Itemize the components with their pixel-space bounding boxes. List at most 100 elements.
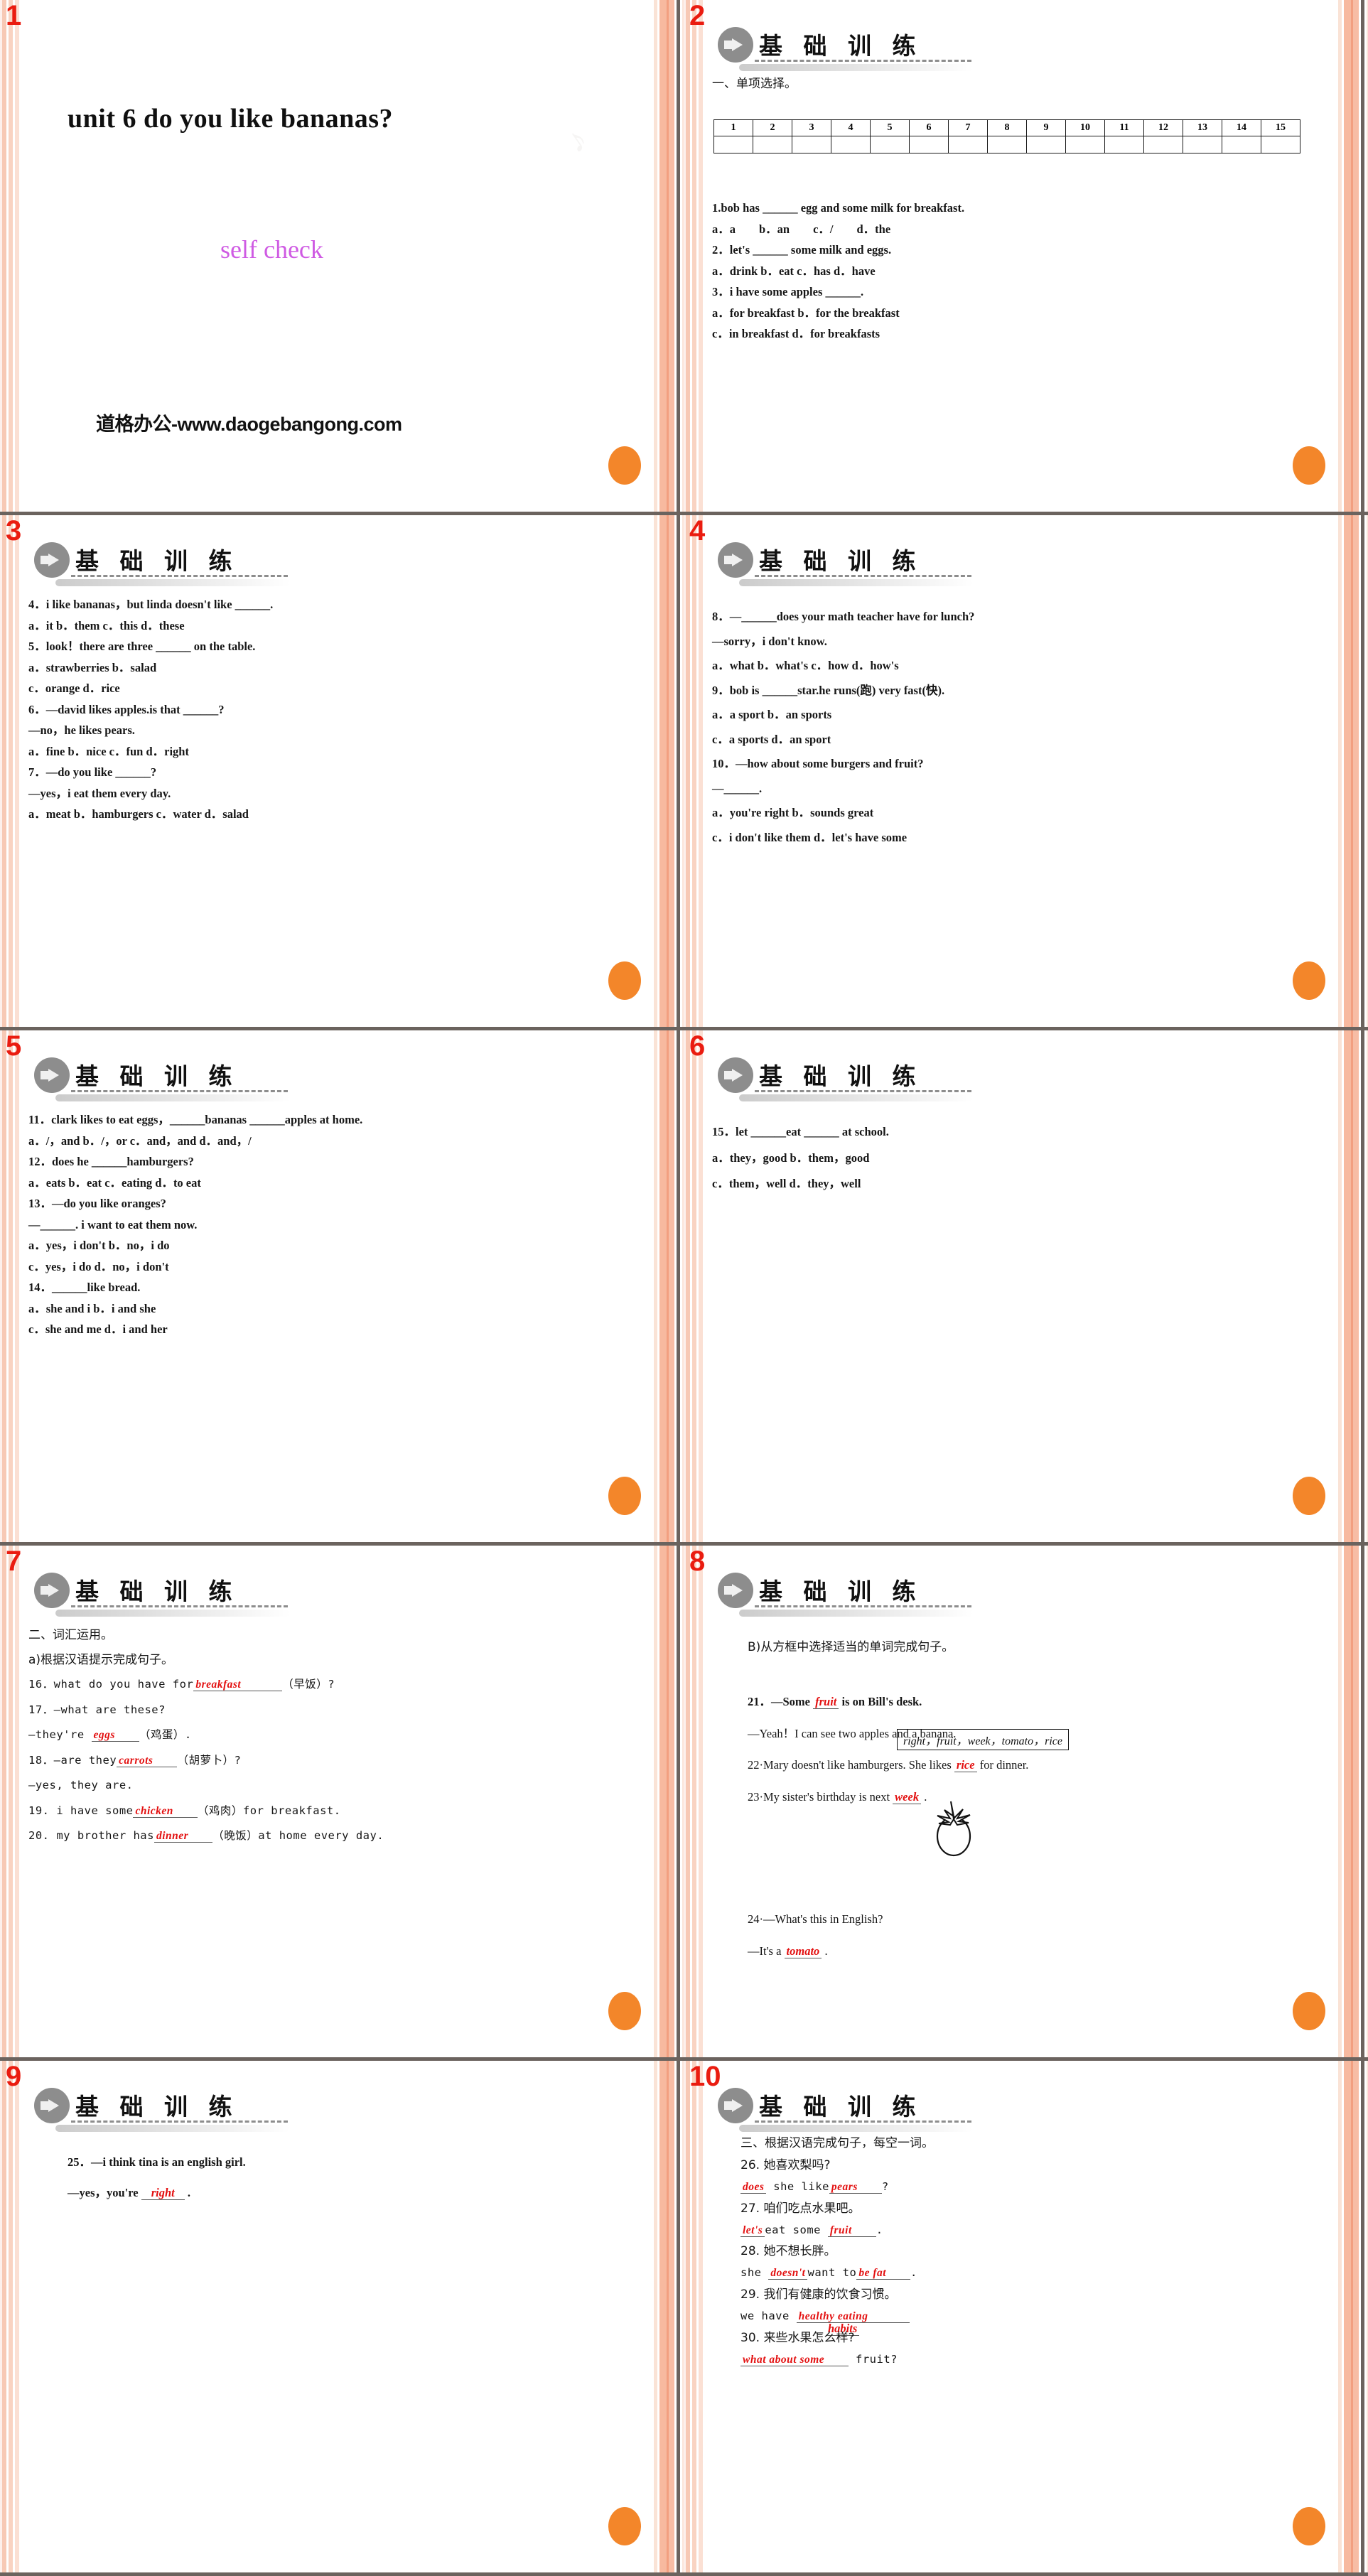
question-line: 5．look！there are three ______ on the tab… [28,640,256,653]
banner-label: 基 础 训 练 [759,1578,922,1605]
fill-answer[interactable]: pears [829,2181,882,2194]
slide-number: 2 [689,0,706,31]
slide-number: 6 [689,1030,706,1062]
fill-answer[interactable]: carrots [117,1754,178,1767]
fill-answer[interactable]: breakfast [193,1678,283,1691]
left-stripe-decoration [684,0,705,512]
answer-table[interactable]: 1 2 3 4 5 6 7 8 9 10 11 12 13 14 15 [713,119,1300,153]
fill-answer[interactable]: tomato [784,1944,822,1958]
fill-answer[interactable]: week [893,1789,922,1804]
question-list: B)从方框中选择适当的单词完成句子。 21．—Some fruit is on … [748,1642,1325,1966]
slide-number: 3 [6,515,22,546]
slide-7[interactable]: 7 基 础 训 练 二、词汇运用。 a)根据汉语提示完成句子。 16．what … [0,1546,684,2061]
slide-number: 5 [6,1030,22,1062]
slide-number: 8 [689,1546,706,1577]
fill-answer[interactable]: right [141,2185,185,2200]
question-line: 30. 来些水果怎么样? [740,2330,855,2345]
answer-cell[interactable] [1261,136,1300,153]
fill-line: 16．what do you have for breakfast （早饭）? [28,1678,641,1691]
fill-answer[interactable]: does [740,2181,767,2194]
question-list: 25．—i think tina is an english girl. —ye… [68,2156,641,2208]
fill-prefix: 19. i have some [28,1804,134,1817]
fill-answer[interactable]: what about some [740,2353,849,2366]
section-banner: 基 础 训 练 [34,1573,333,1617]
fill-mid: she like [766,2180,829,2193]
fill-answer[interactable]: dinner [154,1830,213,1843]
section-banner: 基 础 训 练 [34,542,333,586]
question-line: 2．let's ______ some milk and eggs. [712,243,892,257]
orange-bullet-dot [608,2507,641,2545]
fill-mid: eat some [765,2223,828,2236]
answer-cell[interactable] [753,136,792,153]
slide-1[interactable]: ♪ 1 unit 6 do you like bananas? self che… [0,0,684,515]
fill-answer[interactable]: doesn't [768,2267,808,2280]
slide-9[interactable]: 9 基 础 训 练 25．—i think tina is an english… [0,2061,684,2576]
slide-6[interactable]: 6 基 础 训 练 15．let ______eat ______ at sch… [684,1030,1368,1546]
question-line: 26. 她喜欢梨吗? [740,2158,831,2172]
slide-2[interactable]: 2 基 础 训 练 一、单项选择。 1 2 3 4 5 6 7 8 9 10 1… [684,0,1368,515]
slide-3[interactable]: 3 基 础 训 练 4．i like bananas，but linda doe… [0,515,684,1030]
pencil-icon [718,27,753,63]
source-url-label: 道格办公-www.daogebangong.com [96,414,402,435]
answer-cell[interactable] [792,136,831,153]
fill-line: 21．—Some fruit is on Bill's desk. [748,1695,1325,1709]
table-header-cell: 5 [870,119,910,136]
answer-cell[interactable] [1065,136,1105,153]
table-header-cell: 4 [831,119,871,136]
answer-cell[interactable] [713,136,753,153]
fill-answer[interactable]: healthy eating [796,2310,910,2323]
slide-4[interactable]: 4 基 础 训 练 8．—______does your math teache… [684,515,1368,1030]
fill-answer[interactable]: fruit [827,2224,876,2237]
question-line: 15．let ______eat ______ at school. [712,1125,889,1138]
option-line: c．a sports d．an sport [712,732,831,746]
fill-answer[interactable]: chicken [133,1804,198,1818]
answer-cell[interactable] [1104,136,1144,153]
tomato-icon [936,1801,971,1857]
fill-answer[interactable]: let's [740,2224,765,2237]
question-list: 三、根据汉语完成句子，每空一词。 26. 她喜欢梨吗? does she lik… [740,2138,1325,2374]
fill-line: 19. i have some chicken （鸡肉）for breakfast. [28,1804,641,1818]
fill-line: 20. my brother has dinner （晚饭）at home ever… [28,1830,641,1843]
subsection-heading: a)根据汉语提示完成句子。 [28,1653,174,1667]
fill-answer[interactable]: eggs [91,1729,139,1742]
answer-cell[interactable] [1143,136,1183,153]
fill-prefix: 16．what do you have for [28,1678,194,1691]
section-banner: 基 础 训 练 [718,1573,1016,1617]
right-stripe-decoration [1335,0,1368,512]
question-list: 8．—______does your math teacher have for… [712,610,1325,853]
answer-cell[interactable] [1183,136,1222,153]
slide-10[interactable]: 10 基 础 训 练 三、根据汉语完成句子，每空一词。 26. 她喜欢梨吗? d… [684,2061,1368,2576]
option-line: a．yes，i don't b．no，i do [28,1239,170,1252]
question-line: 24·—What's this in English? [748,1912,883,1926]
slide-number: 4 [689,515,706,546]
answer-cell[interactable] [909,136,949,153]
fill-line: —yes, they are. [28,1779,641,1791]
fill-suffix: （胡萝卜）? [177,1753,242,1767]
fill-line: 22·Mary doesn't like hamburgers. She lik… [748,1758,1325,1772]
answer-cell[interactable] [831,136,871,153]
answer-cell[interactable] [1026,136,1066,153]
fill-mid: want to [807,2266,857,2279]
question-list: 4．i like bananas，but linda doesn't like … [28,598,641,830]
page-title: unit 6 do you like bananas? [68,104,394,134]
answer-cell[interactable] [1222,136,1261,153]
fill-answer[interactable]: be fat [856,2267,911,2280]
fill-line: 17．—what are these? [28,1704,641,1716]
slide-5[interactable]: 5 基 础 训 练 11．clark likes to eat eggs，___… [0,1030,684,1546]
left-stripe-decoration [684,1546,705,2057]
slide-8[interactable]: 8 基 础 训 练 B)从方框中选择适当的单词完成句子。 21．—Some fr… [684,1546,1368,2061]
answer-cell[interactable] [987,136,1027,153]
fill-answer[interactable]: rice [954,1758,977,1772]
left-stripe-decoration [0,1546,21,2057]
answer-cell[interactable] [870,136,910,153]
right-stripe-decoration [651,2061,684,2572]
left-stripe-decoration [0,1030,21,1542]
pencil-icon [718,1057,753,1093]
orange-bullet-dot [608,1992,641,2030]
answer-cell[interactable] [948,136,988,153]
fill-prefix: 23·My sister's birthday is next [748,1789,890,1804]
question-line: 3．i have some apples ______. [712,285,864,298]
left-stripe-decoration [684,2061,705,2572]
section-heading: 二、词汇运用。 [28,1628,113,1642]
fill-answer[interactable]: fruit [813,1695,839,1709]
